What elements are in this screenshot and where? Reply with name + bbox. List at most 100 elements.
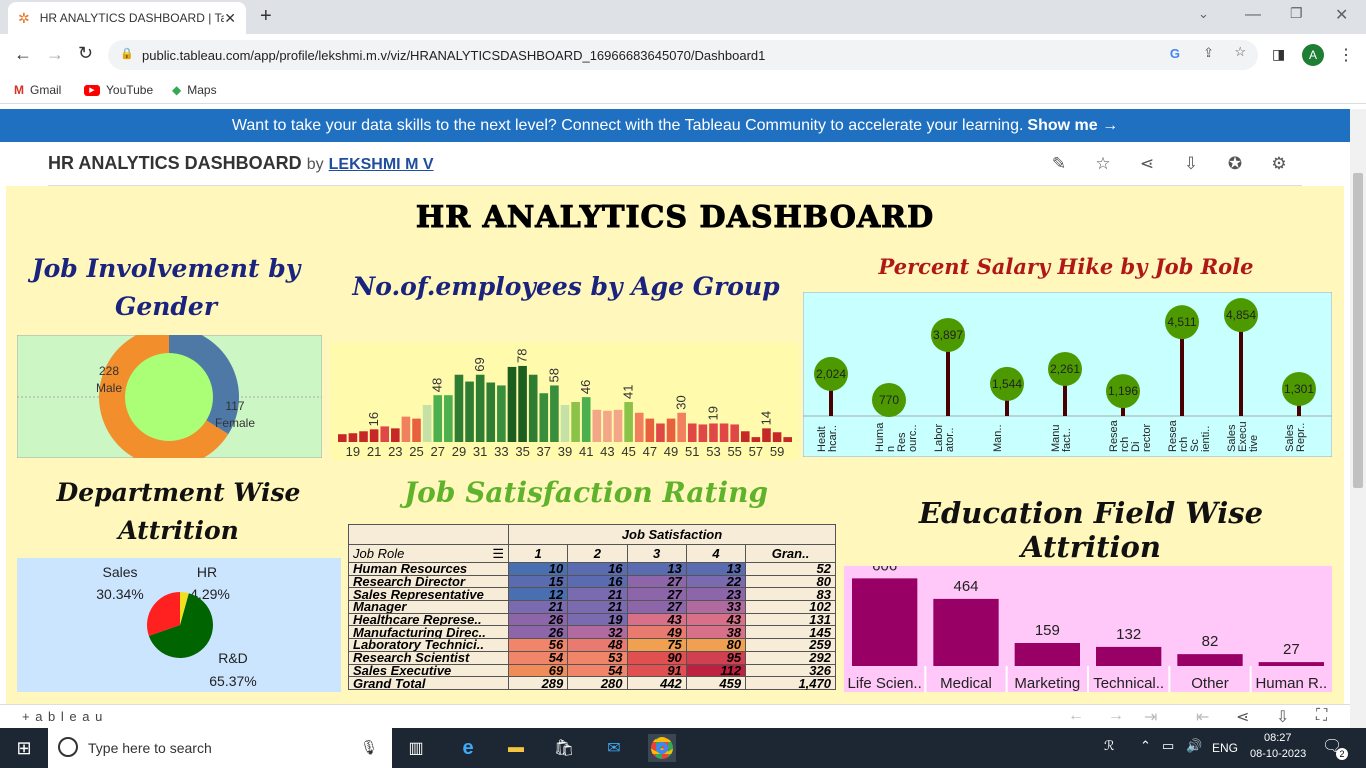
sales-pct-label: 30.34% [96, 586, 143, 602]
job-involvement-donut-chart: 228 Male 117 Female [17, 335, 322, 458]
volume-icon[interactable]: 🔊 [1186, 738, 1202, 754]
job-role-cell: Manager [348, 600, 509, 614]
age-tick-label: 29 [452, 444, 466, 459]
lollipop-value-label: 4,854 [1226, 308, 1256, 322]
edit-icon[interactable]: ✎ [1048, 154, 1070, 176]
bookmark-gmail[interactable]: M Gmail [14, 83, 61, 97]
edu-category-label: Human R.. [1255, 675, 1327, 692]
job-role-header: Job Role ☰ [348, 544, 509, 563]
minimize-icon[interactable]: — [1245, 6, 1261, 24]
mail-icon[interactable]: ✉ [600, 734, 628, 762]
taskbar-search-box[interactable]: Type here to search 🎙 [48, 728, 392, 768]
lock-icon: 🔒 [120, 48, 134, 60]
redo-icon[interactable]: → [1108, 707, 1124, 725]
download-icon[interactable]: ⇩ [1180, 154, 1202, 176]
tray-chevron-icon[interactable]: ⌃ [1140, 738, 1151, 754]
bookmark-maps[interactable]: ◆ Maps [172, 83, 217, 97]
menu-icon[interactable]: ⋮ [1338, 45, 1354, 65]
age-bar [401, 416, 411, 442]
footer-share-icon[interactable]: ⋖ [1236, 707, 1249, 727]
close-window-icon[interactable]: ✕ [1335, 5, 1348, 25]
back-icon[interactable]: ← [14, 44, 32, 65]
tableau-logo[interactable]: + a b l e a u [22, 709, 103, 724]
bookmark-youtube[interactable]: ▶ YouTube [84, 83, 153, 97]
age-bar [338, 434, 347, 442]
edu-bar-value-label: 82 [1202, 633, 1219, 650]
new-tab-icon[interactable]: + [260, 5, 272, 28]
footer-download-icon[interactable]: ⇩ [1276, 707, 1289, 727]
satisfaction-cell: 1,470 [745, 676, 836, 690]
favorite-star-icon[interactable]: ☆ [1092, 154, 1114, 176]
lollipop-value-label: 2,024 [816, 367, 846, 381]
female-value-label: 117 [225, 399, 244, 413]
forward-icon[interactable]: → [46, 44, 64, 65]
job-satisfaction-row: Laboratory Technici.. 56 48 75 80 259 [348, 638, 836, 652]
windows-start-icon[interactable]: ⊞ [10, 734, 38, 762]
edu-category-label: Technical.. [1093, 675, 1164, 692]
edge-icon[interactable]: e [454, 734, 482, 762]
sort-icon[interactable]: ☰ [492, 547, 504, 560]
satisfaction-cell: 326 [745, 663, 836, 678]
age-bar [687, 423, 697, 442]
badge-icon[interactable]: ✪ [1224, 154, 1246, 176]
scrollbar-thumb[interactable] [1353, 173, 1363, 488]
settings-gear-icon[interactable]: ⚙ [1268, 154, 1290, 176]
lollipop-value-label: 4,511 [1167, 315, 1196, 329]
rnd-pct-label: 65.37% [209, 673, 256, 689]
age-bar-value-label: 16 [366, 412, 381, 426]
age-bar [656, 423, 665, 442]
age-bar [751, 437, 761, 442]
job-role-cell: Sales Executive [348, 663, 509, 678]
task-view-icon[interactable]: ▥ [402, 734, 430, 762]
chrome-icon[interactable] [648, 734, 676, 762]
rnd-label: R&D [218, 650, 248, 666]
author-link[interactable]: LEKSHMI M V [329, 156, 434, 173]
profile-avatar[interactable]: A [1302, 44, 1324, 66]
reload-icon[interactable]: ↻ [78, 43, 93, 64]
satisfaction-cell: 112 [685, 663, 747, 678]
address-bar[interactable]: 🔒 public.tableau.com/app/profile/lekshmi… [108, 40, 1258, 70]
age-tick-label: 39 [558, 444, 572, 459]
share-icon[interactable]: ⇪ [1203, 45, 1214, 61]
share-viz-icon[interactable]: ⋖ [1136, 154, 1158, 176]
microphone-icon[interactable]: 🎙 [360, 739, 378, 756]
store-icon[interactable]: 🛍 [550, 734, 578, 762]
show-me-link[interactable]: Show me → [1027, 117, 1118, 135]
revert-icon[interactable]: ⇥ [1144, 707, 1157, 727]
network-icon[interactable]: ▭ [1162, 738, 1174, 754]
reset-icon[interactable]: ⇤ [1196, 707, 1209, 727]
browser-tab[interactable]: ✲ HR ANALYTICS DASHBOARD | Ta ✕ [8, 2, 246, 34]
age-bar [592, 409, 602, 442]
satisfaction-cell: 16 [567, 574, 628, 589]
close-tab-icon[interactable]: ✕ [224, 10, 236, 27]
fullscreen-icon[interactable]: ⛶ [1316, 707, 1327, 725]
salary-category-label: ourc.. [907, 424, 919, 452]
page-scrollbar[interactable] [1350, 109, 1366, 728]
bookmark-star-icon[interactable]: ☆ [1234, 44, 1246, 60]
age-tick-label: 35 [515, 444, 529, 459]
file-explorer-icon[interactable]: ▬ [502, 734, 530, 762]
bookmark-label: YouTube [106, 83, 154, 97]
clock-date[interactable]: 08-10-2023 [1250, 748, 1306, 760]
age-bar [391, 428, 400, 442]
tab-search-icon[interactable]: ⌄ [1198, 6, 1209, 22]
dashboard-canvas: HR ANALYTICS DASHBOARD Job Involvement b… [6, 186, 1344, 704]
age-bar [740, 431, 750, 442]
age-tick-label: 33 [494, 444, 508, 459]
viz-title: HR ANALYTICS DASHBOARD [48, 153, 302, 173]
salary-category-label: ator.. [944, 428, 956, 452]
restore-icon[interactable]: ❐ [1290, 5, 1303, 22]
job-satisfaction-row: Manager 21 21 27 33 102 [348, 600, 836, 614]
lollipop-value-label: 3,897 [933, 328, 963, 342]
age-bar [412, 418, 421, 442]
age-bar-value-label: 69 [472, 357, 487, 371]
side-panel-icon[interactable]: ◨ [1272, 46, 1285, 63]
undo-icon[interactable]: ← [1068, 707, 1084, 725]
maps-icon: ◆ [172, 83, 182, 97]
people-icon[interactable]: ℛ [1104, 738, 1114, 754]
language-indicator[interactable]: ENG [1212, 741, 1238, 755]
tab-title: HR ANALYTICS DASHBOARD | Ta [39, 11, 225, 25]
google-icon[interactable]: G [1170, 46, 1180, 61]
dept-attrition-title: Department Wise Attrition [56, 478, 301, 545]
clock-time[interactable]: 08:27 [1264, 732, 1292, 744]
